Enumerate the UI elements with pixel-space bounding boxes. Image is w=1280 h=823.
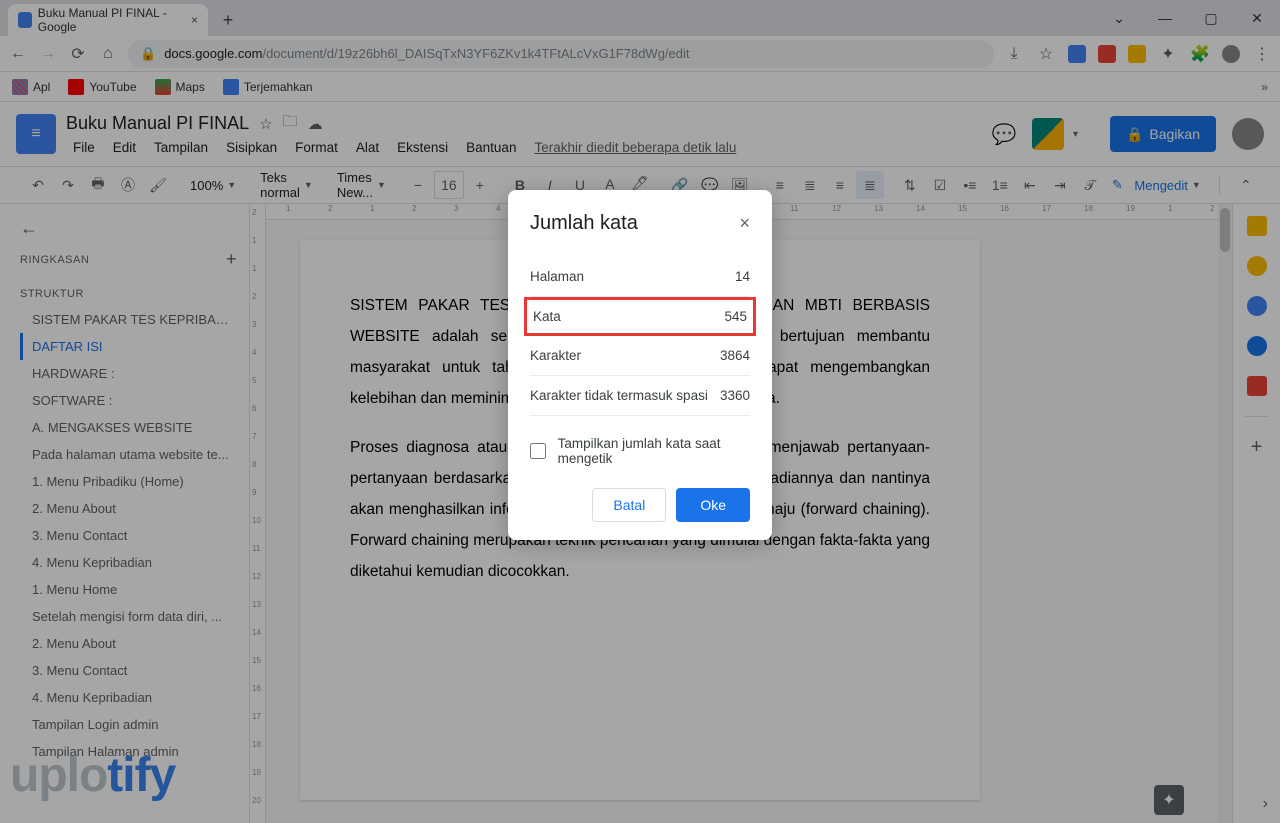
ok-button[interactable]: Oke: [676, 488, 750, 522]
modal-overlay[interactable]: Jumlah kata × Halaman14Kata545Karakter38…: [0, 0, 1280, 823]
dialog-title: Jumlah kata: [530, 212, 638, 235]
word-count-row: Karakter3864: [530, 336, 750, 376]
checkbox-input[interactable]: [530, 442, 546, 460]
word-count-row: Karakter tidak termasuk spasi3360: [530, 376, 750, 416]
word-count-row: Kata545: [524, 297, 756, 336]
cancel-button[interactable]: Batal: [592, 488, 666, 522]
dialog-close-button[interactable]: ×: [739, 213, 750, 234]
show-while-typing-checkbox[interactable]: Tampilkan jumlah kata saat mengetik: [530, 436, 750, 466]
word-count-row: Halaman14: [530, 257, 750, 297]
word-count-dialog: Jumlah kata × Halaman14Kata545Karakter38…: [508, 190, 772, 540]
